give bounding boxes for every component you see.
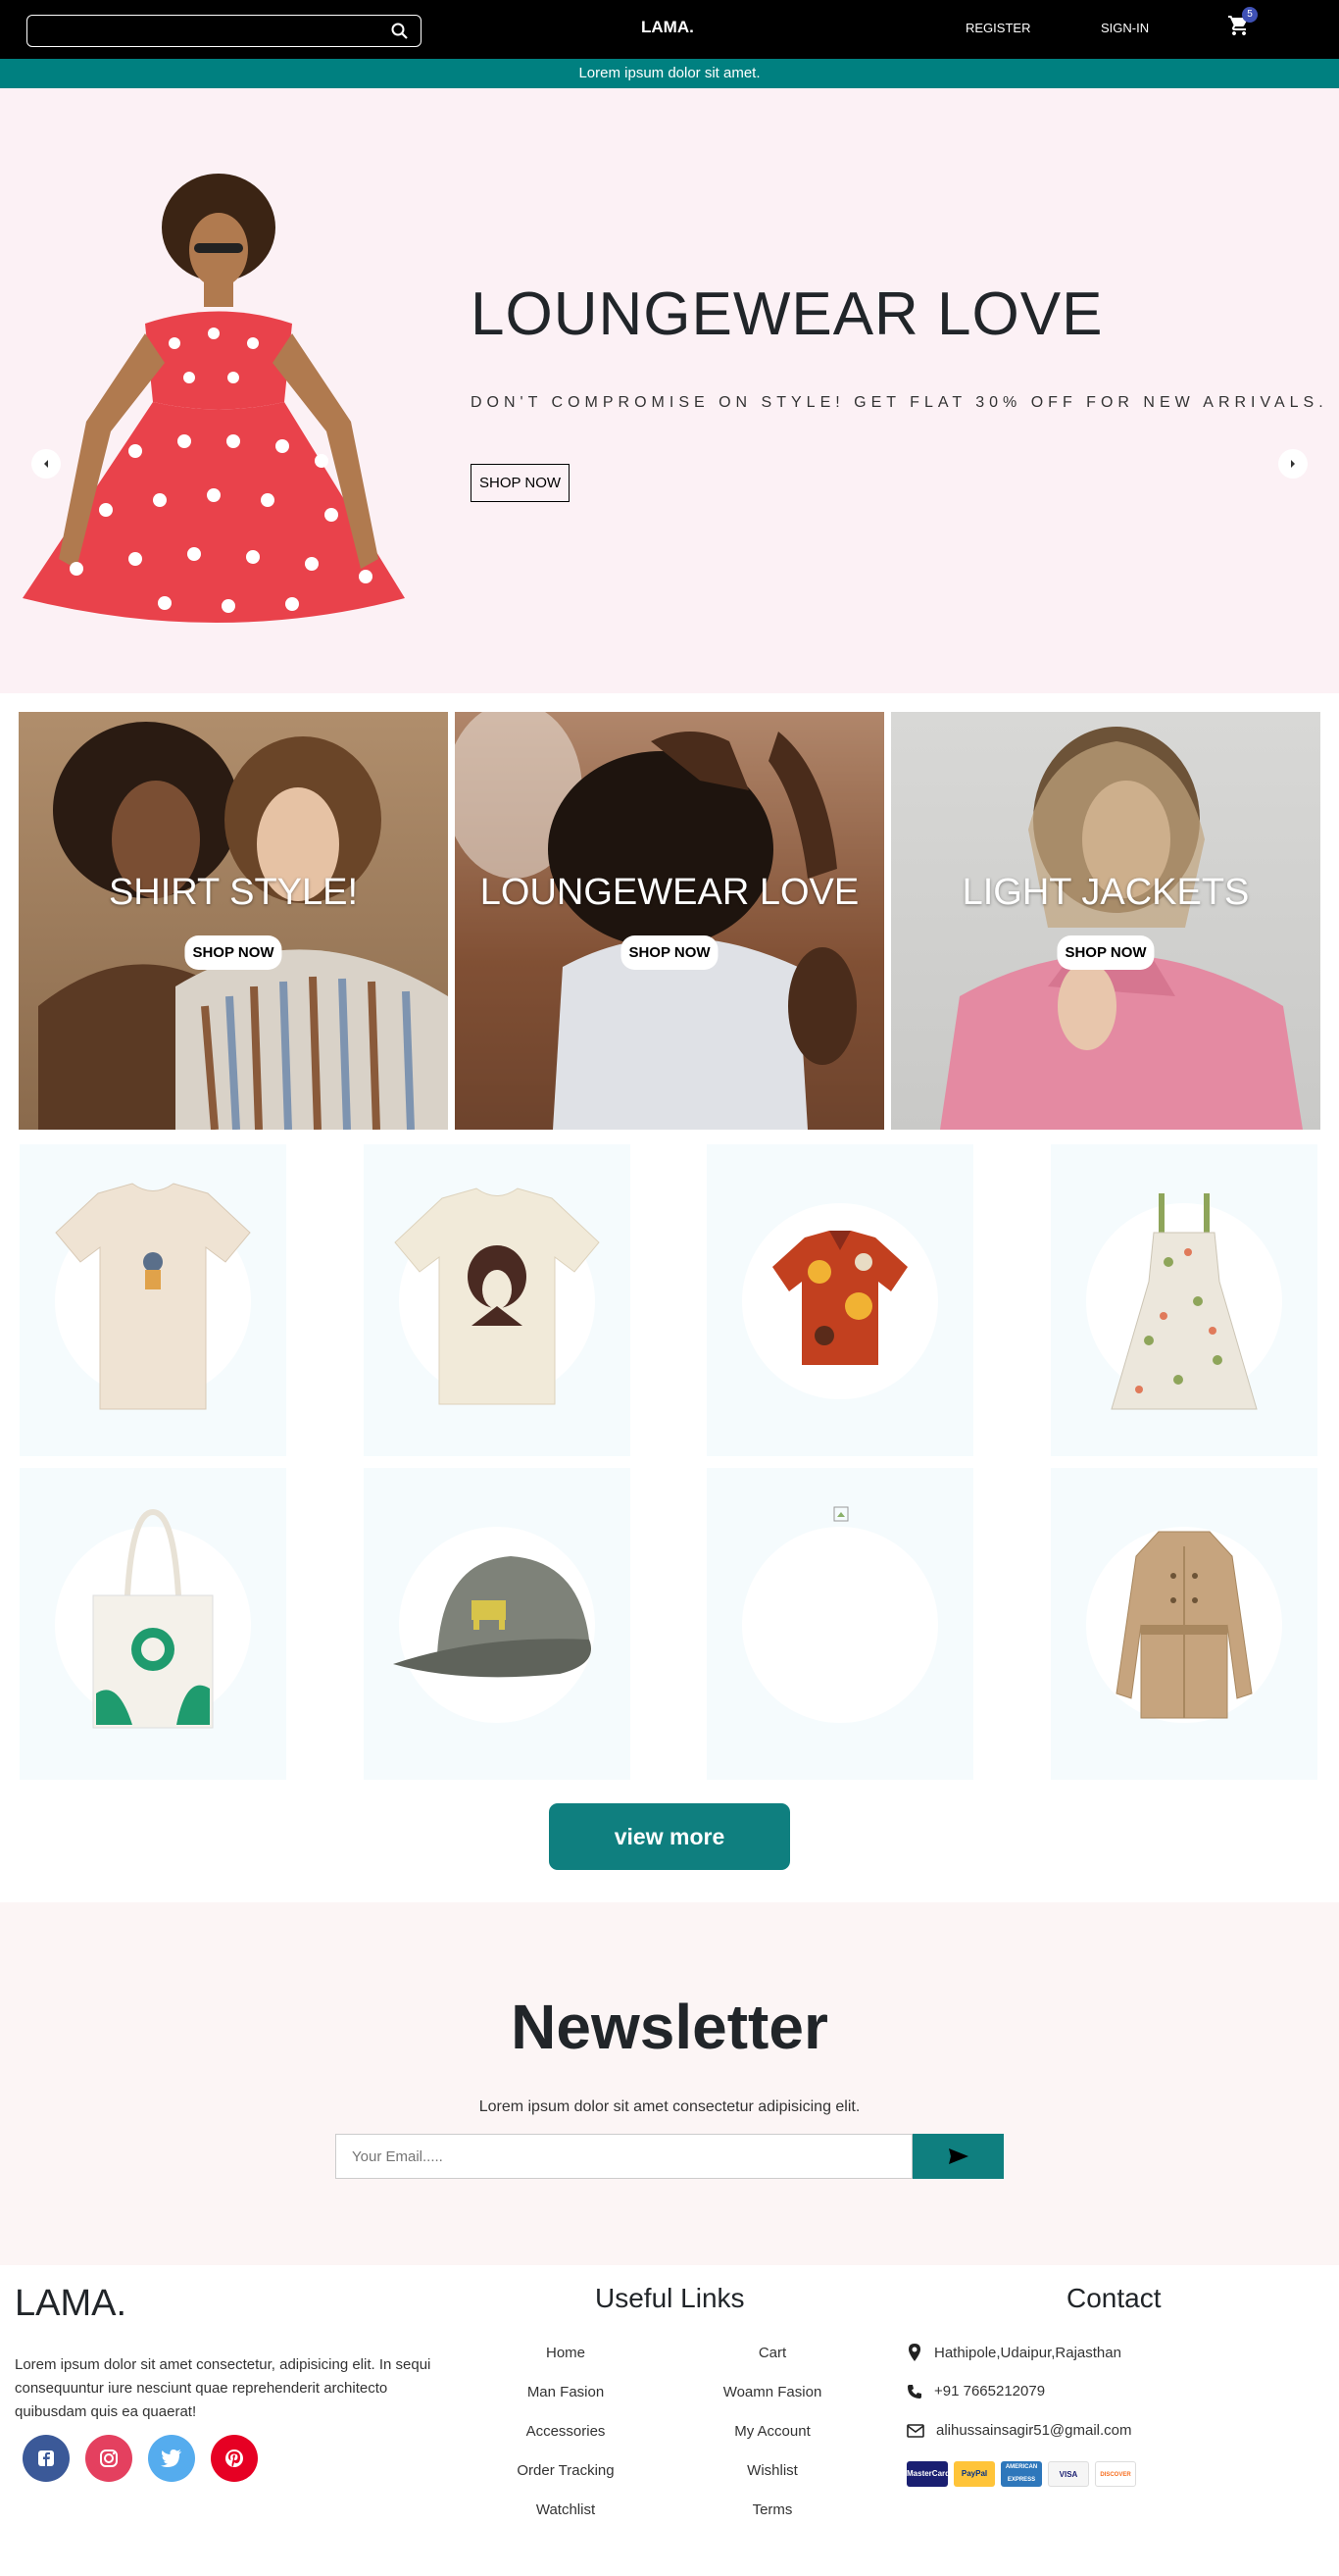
brand-logo[interactable]: LAMA. bbox=[641, 18, 694, 37]
useful-links-title: Useful Links bbox=[595, 2283, 745, 2313]
contact-phone: +91 7665212079 bbox=[907, 2383, 1045, 2399]
contact-address: Hathipole,Udaipur,Rajasthan bbox=[907, 2344, 1121, 2361]
send-icon bbox=[948, 2148, 968, 2164]
hero-slider: LOUNGEWEAR LOVE DON'T COMPROMISE ON STYL… bbox=[0, 88, 1339, 693]
product-card[interactable] bbox=[20, 1468, 286, 1780]
product-grid: view more bbox=[0, 1144, 1339, 1870]
newsletter-email-input[interactable] bbox=[335, 2134, 913, 2179]
newsletter-title: Newsletter bbox=[511, 1992, 828, 2062]
product-card[interactable] bbox=[1051, 1468, 1317, 1780]
footer-link-cart[interactable]: Cart bbox=[674, 2345, 870, 2361]
footer-link-woman-fashion[interactable]: Woamn Fasion bbox=[674, 2384, 870, 2400]
chevron-right-icon bbox=[1291, 460, 1295, 468]
search-icon[interactable] bbox=[391, 23, 409, 45]
tote-bag-icon bbox=[92, 1508, 214, 1729]
phone-text: +91 7665212079 bbox=[934, 2383, 1046, 2399]
newsletter-section: Newsletter Lorem ipsum dolor sit amet co… bbox=[0, 1902, 1339, 2265]
facebook-icon[interactable] bbox=[23, 2435, 70, 2482]
broken-image-icon bbox=[833, 1506, 849, 1522]
category-shop-now-button[interactable]: SHOP NOW bbox=[620, 935, 719, 970]
category-image-loungewear bbox=[455, 712, 884, 1130]
footer-link-watchlist[interactable]: Watchlist bbox=[468, 2501, 664, 2518]
instagram-icon[interactable] bbox=[85, 2435, 132, 2482]
cap-icon bbox=[393, 1556, 591, 1678]
product-card[interactable] bbox=[364, 1468, 630, 1780]
amex-icon: AMERICAN EXPRESS bbox=[1001, 2461, 1042, 2487]
signin-link[interactable]: SIGN-IN bbox=[1101, 21, 1149, 35]
hero-model-image bbox=[18, 137, 420, 647]
hero-title: LOUNGEWEAR LOVE bbox=[471, 280, 1104, 348]
payment-methods: MasterCard PayPal AMERICAN EXPRESS VISA … bbox=[907, 2461, 1136, 2487]
mastercard-icon: MasterCard bbox=[907, 2461, 950, 2487]
newsletter-submit-button[interactable] bbox=[913, 2134, 1004, 2179]
hero-shop-now-button[interactable]: SHOP NOW bbox=[471, 464, 570, 502]
category-title: LIGHT JACKETS bbox=[962, 872, 1250, 913]
cart-count-badge: 5 bbox=[1242, 7, 1258, 23]
newsletter-description: Lorem ipsum dolor sit amet consectetur a… bbox=[478, 2098, 861, 2115]
trench-coat-icon bbox=[1116, 1531, 1253, 1719]
footer-description: Lorem ipsum dolor sit amet consectetur, … bbox=[15, 2356, 431, 2420]
register-link[interactable]: REGISTER bbox=[966, 21, 1030, 35]
footer-link-terms[interactable]: Terms bbox=[674, 2501, 870, 2518]
location-pin-icon bbox=[909, 2344, 920, 2361]
footer-link-my-account[interactable]: My Account bbox=[674, 2423, 870, 2440]
announcement-bar: Lorem ipsum dolor sit amet. bbox=[0, 59, 1339, 88]
product-card[interactable] bbox=[1051, 1144, 1317, 1456]
twitter-icon[interactable] bbox=[148, 2435, 195, 2482]
category-card-shirt[interactable]: SHIRT STYLE! SHOP NOW bbox=[19, 712, 448, 1130]
search-input[interactable] bbox=[27, 16, 380, 46]
product-card[interactable] bbox=[364, 1144, 630, 1456]
product-card[interactable] bbox=[707, 1468, 973, 1780]
top-navbar: LAMA. REGISTER SIGN-IN 5 bbox=[0, 0, 1339, 59]
paypal-icon: PayPal bbox=[954, 2461, 995, 2487]
shirt-pattern-icon bbox=[772, 1231, 908, 1365]
category-image-jackets bbox=[940, 727, 1303, 1130]
slider-right-arrow[interactable] bbox=[1278, 449, 1308, 479]
hero-description: DON'T COMPROMISE ON STYLE! GET FLAT 30% … bbox=[471, 394, 1328, 411]
view-more-button[interactable]: view more bbox=[549, 1803, 790, 1870]
contact-email: alihussainsagir51@gmail.com bbox=[907, 2422, 1131, 2439]
pinterest-icon[interactable] bbox=[211, 2435, 258, 2482]
category-image-shirt bbox=[38, 722, 448, 1130]
footer-link-order-tracking[interactable]: Order Tracking bbox=[468, 2462, 664, 2479]
category-shop-now-button[interactable]: SHOP NOW bbox=[184, 935, 282, 970]
footer-link-accessories[interactable]: Accessories bbox=[468, 2423, 664, 2440]
category-card-loungewear[interactable]: LOUNGEWEAR LOVE SHOP NOW bbox=[455, 712, 884, 1130]
discover-icon: DISCOVER bbox=[1095, 2461, 1136, 2487]
tshirt-print-icon bbox=[394, 1187, 600, 1405]
tshirt-beige-icon bbox=[55, 1183, 251, 1410]
category-title: SHIRT STYLE! bbox=[108, 872, 359, 913]
footer-link-man-fashion[interactable]: Man Fasion bbox=[468, 2384, 664, 2400]
footer-link-home[interactable]: Home bbox=[468, 2345, 664, 2361]
category-section: SHIRT STYLE! SHOP NOW LOUNGEWEAR LOVE SH… bbox=[0, 693, 1339, 1144]
email-text: alihussainsagir51@gmail.com bbox=[936, 2422, 1132, 2439]
category-card-jackets[interactable]: LIGHT JACKETS SHOP NOW bbox=[891, 712, 1320, 1130]
phone-icon bbox=[908, 2384, 921, 2399]
category-title: LOUNGEWEAR LOVE bbox=[479, 872, 860, 913]
footer-logo: LAMA. bbox=[15, 2283, 127, 2324]
dress-floral-icon bbox=[1111, 1193, 1258, 1410]
category-shop-now-button[interactable]: SHOP NOW bbox=[1057, 935, 1155, 970]
search-box bbox=[26, 15, 422, 47]
footer: LAMA. Lorem ipsum dolor sit amet consect… bbox=[0, 2265, 1339, 2530]
contact-title: Contact bbox=[1066, 2283, 1162, 2313]
product-card[interactable] bbox=[707, 1144, 973, 1456]
footer-link-wishlist[interactable]: Wishlist bbox=[674, 2462, 870, 2479]
product-card[interactable] bbox=[20, 1144, 286, 1456]
mail-icon bbox=[907, 2423, 924, 2438]
visa-icon: VISA bbox=[1048, 2461, 1089, 2487]
address-text: Hathipole,Udaipur,Rajasthan bbox=[934, 2344, 1121, 2361]
